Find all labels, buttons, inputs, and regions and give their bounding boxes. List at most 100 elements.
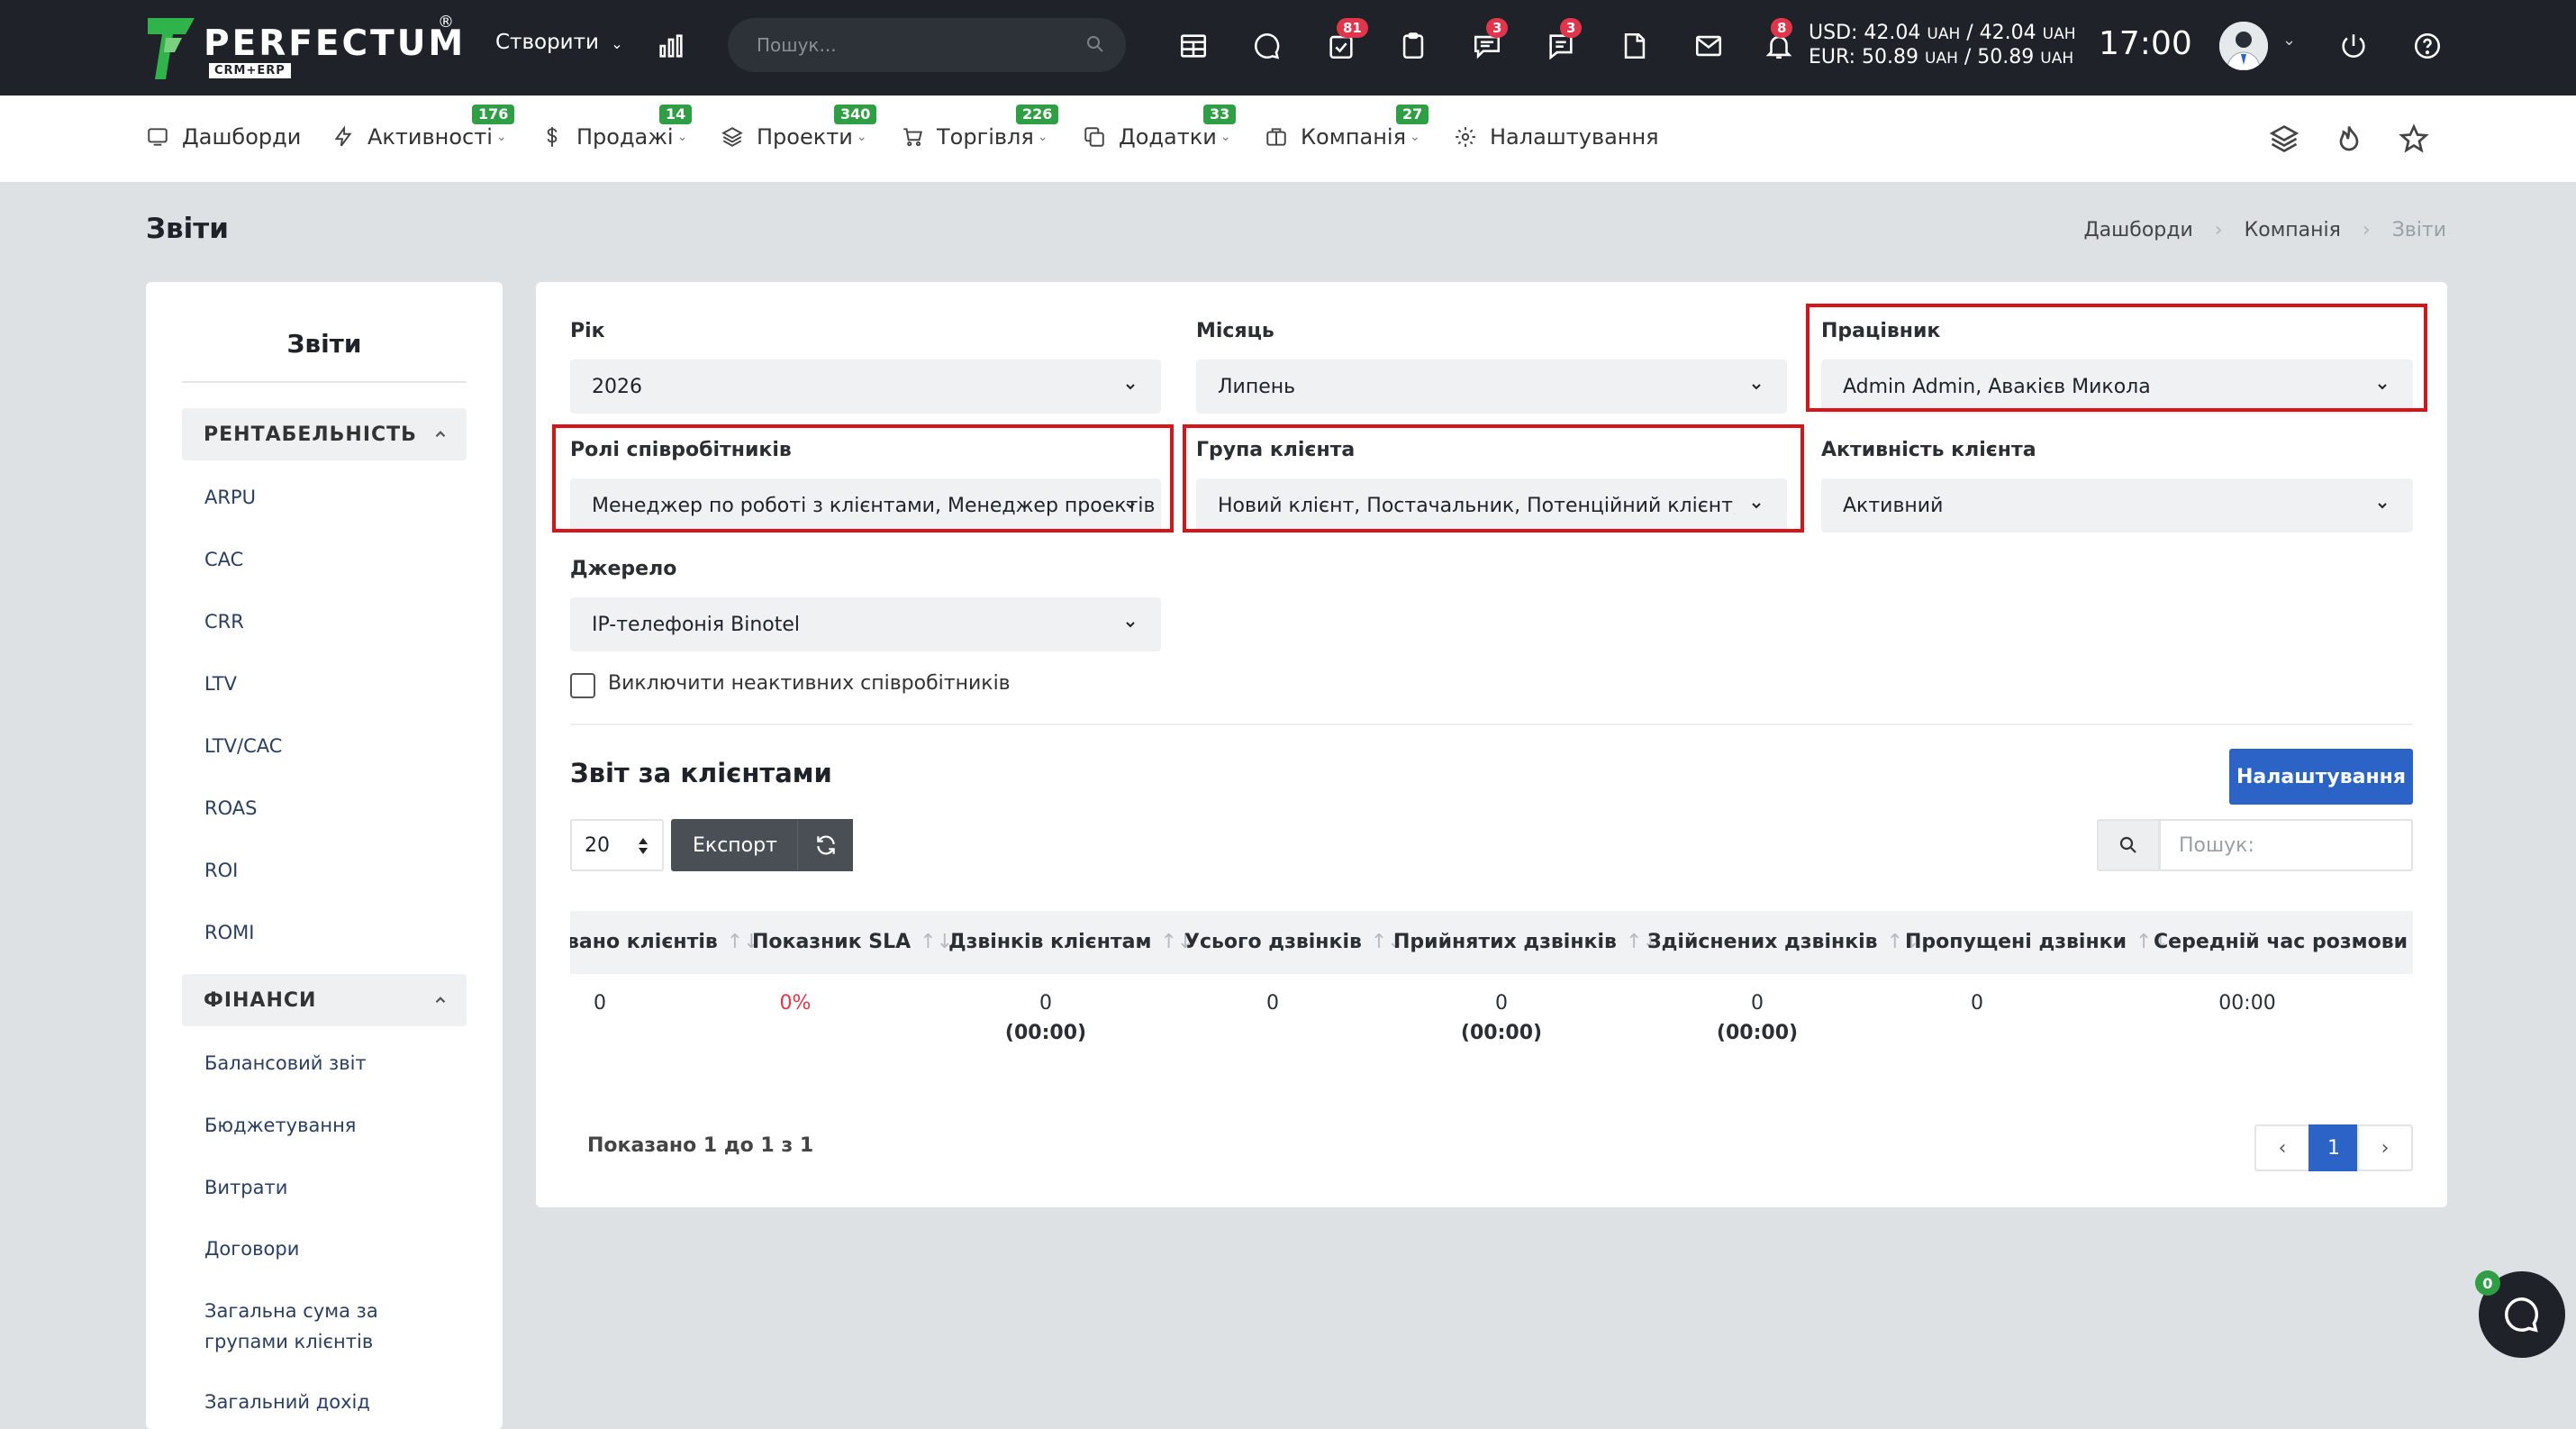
layers-toggle-icon[interactable] bbox=[2268, 123, 2300, 155]
nav-item-addons[interactable]: Додатки ⌄ 33 bbox=[1083, 105, 1237, 150]
report-settings-button[interactable]: Налаштування bbox=[2229, 749, 2413, 805]
highlight-box-roles bbox=[552, 424, 1174, 532]
avatar-chevron-icon[interactable]: ⌄ bbox=[2282, 31, 2296, 50]
sidebar-item-ltv-cac[interactable]: LTV/CAC bbox=[204, 731, 282, 761]
sidebar-item-total-income[interactable]: Загальний дохід bbox=[204, 1387, 370, 1417]
chat-count-badge: 0 bbox=[2475, 1270, 2500, 1296]
exclude-inactive-label[interactable]: Виключити неактивних співробітників bbox=[608, 672, 1011, 695]
eur-rate: EUR: 50.89 UAH / 50.89 UAH bbox=[1809, 46, 2076, 70]
sidebar-item-ltv[interactable]: LTV bbox=[204, 669, 237, 699]
global-search-input[interactable] bbox=[757, 31, 1063, 59]
search-icon[interactable] bbox=[1084, 33, 1106, 55]
star-icon[interactable] bbox=[2398, 123, 2430, 155]
table-search[interactable] bbox=[2159, 819, 2413, 871]
sidebar-item-expenses[interactable]: Витрати bbox=[204, 1172, 287, 1203]
bar-chart-icon[interactable] bbox=[650, 25, 692, 67]
nav-item-sales[interactable]: Продажі ⌄ 14 bbox=[540, 105, 693, 150]
sidebar-item-contracts[interactable]: Договори bbox=[204, 1233, 299, 1264]
year-label: Рік bbox=[570, 320, 605, 342]
currency-rates: USD: 42.04 UAH / 42.04 UAH EUR: 50.89 UA… bbox=[1809, 22, 2076, 70]
fire-icon[interactable] bbox=[2333, 123, 2365, 155]
pagination-page-1[interactable]: 1 bbox=[2308, 1124, 2359, 1171]
sidebar-item-cac[interactable]: CAC bbox=[204, 544, 243, 575]
sidebar-item-total-by-groups[interactable]: Загальна сума за групами клієнтів bbox=[204, 1296, 378, 1357]
nav-item-activities[interactable]: Активності ⌄ 176 bbox=[331, 105, 515, 150]
nav-count: 176 bbox=[472, 105, 515, 124]
nav-item-projects[interactable]: Проекти ⌄ 340 bbox=[721, 105, 877, 150]
sidebar-section-finance[interactable]: ФІНАНСИ bbox=[182, 974, 467, 1026]
tasks-badge: 81 bbox=[1337, 18, 1368, 38]
logo[interactable]: PERFECTUM ® CRM+ERP bbox=[146, 13, 463, 81]
usd-value-2: / 42.04 bbox=[1960, 22, 2036, 44]
breadcrumb-company[interactable]: Компанія bbox=[2245, 219, 2341, 241]
calendar-grid-icon[interactable] bbox=[1173, 25, 1214, 67]
year-select[interactable]: 2026 bbox=[570, 360, 1161, 414]
create-menu-button[interactable]: Створити ⌄ bbox=[495, 31, 623, 54]
nav-item-settings[interactable]: Налаштування bbox=[1454, 124, 1659, 150]
breadcrumb-separator: › bbox=[2214, 219, 2223, 241]
cell-clients: 0 bbox=[594, 992, 606, 1015]
bell-icon[interactable]: 8 bbox=[1758, 18, 1800, 67]
source-select[interactable]: IP-телефонія Binotel bbox=[570, 597, 1161, 651]
comments-icon[interactable]: 3 bbox=[1466, 18, 1509, 67]
nav-label: Активності bbox=[367, 124, 493, 150]
avatar[interactable] bbox=[2219, 22, 2268, 70]
copy-icon bbox=[1084, 127, 1104, 147]
pagination-next[interactable]: › bbox=[2357, 1124, 2413, 1171]
chat-bubble-icon bbox=[2505, 1297, 2539, 1333]
global-search[interactable] bbox=[728, 18, 1126, 72]
column-header-made-calls[interactable]: Здійснених дзвінків ↑↓ bbox=[1647, 931, 1919, 953]
client-activity-select[interactable]: Активний bbox=[1821, 478, 2413, 532]
column-header-total-calls[interactable]: Усього дзвінків ↑↓ bbox=[1184, 931, 1404, 953]
column-header-avg-talk[interactable]: Середній час розмови↑↓ bbox=[2154, 931, 2413, 953]
column-header-accepted-calls[interactable]: Прийнятих дзвінків ↑↓ bbox=[1393, 931, 1659, 953]
column-header-sla[interactable]: Показник SLA ↑↓ bbox=[752, 931, 953, 953]
nav-label: Додатки bbox=[1119, 124, 1217, 150]
mail-icon[interactable] bbox=[1688, 25, 1729, 67]
sidebar-item-balance[interactable]: Балансовий звіт bbox=[204, 1048, 367, 1079]
chevron-down-icon: ⌄ bbox=[1410, 130, 1420, 144]
document-icon[interactable] bbox=[1614, 25, 1655, 67]
chevron-down-icon bbox=[2378, 503, 2387, 509]
nav-item-dashboards[interactable]: Дашборди bbox=[146, 124, 301, 150]
sidebar-item-romi[interactable]: ROMI bbox=[204, 917, 254, 948]
task-check-icon[interactable]: 81 bbox=[1320, 18, 1368, 67]
power-icon[interactable] bbox=[2333, 25, 2374, 67]
column-header-missed-calls[interactable]: Пропущені дзвінки ↑↓ bbox=[1905, 931, 2169, 953]
page-size-select[interactable]: 20 bbox=[570, 819, 664, 871]
sidebar-item-roi[interactable]: ROI bbox=[204, 855, 238, 886]
breadcrumb-dashboards[interactable]: Дашборди bbox=[2083, 219, 2192, 241]
table-search-input[interactable] bbox=[2161, 821, 2411, 869]
message-icon[interactable]: 3 bbox=[1540, 18, 1583, 67]
refresh-button[interactable] bbox=[797, 819, 853, 871]
month-select[interactable]: Липень bbox=[1196, 360, 1787, 414]
nav-item-trade[interactable]: Торгівля ⌄ 226 bbox=[901, 105, 1059, 150]
logo-registered: ® bbox=[438, 13, 454, 32]
usd-value: USD: 42.04 bbox=[1809, 22, 1921, 44]
clipboard-icon[interactable] bbox=[1392, 25, 1434, 67]
sidebar-section-profitability[interactable]: РЕНТАБЕЛЬНІСТЬ bbox=[182, 408, 467, 460]
cell-value: 0 bbox=[1495, 992, 1508, 1015]
briefcase-icon bbox=[1266, 128, 1286, 146]
exclude-inactive-checkbox[interactable] bbox=[570, 673, 595, 698]
sidebar-item-roas[interactable]: ROAS bbox=[204, 793, 257, 824]
eur-unit: UAH bbox=[1925, 50, 1958, 68]
help-icon[interactable] bbox=[2407, 25, 2448, 67]
nav-item-company[interactable]: Компанія ⌄ 27 bbox=[1265, 105, 1429, 150]
chevron-down-icon: ⌄ bbox=[856, 130, 867, 144]
table-search-button[interactable] bbox=[2097, 819, 2160, 871]
lightning-icon bbox=[334, 125, 352, 147]
cell-accepted-calls: 0 (00:00) bbox=[1456, 992, 1547, 1044]
pagination-prev[interactable]: ‹ bbox=[2254, 1124, 2310, 1171]
logo-subtitle: CRM+ERP bbox=[209, 63, 291, 78]
sidebar-item-crr[interactable]: CRR bbox=[204, 606, 244, 637]
report-title: Звіт за клієнтами bbox=[570, 758, 832, 788]
cell-sla: 0% bbox=[779, 992, 812, 1015]
column-header-calls-to-clients[interactable]: Дзвінків клієнтам ↑↓ bbox=[948, 931, 1193, 953]
sidebar-item-budgeting[interactable]: Бюджетування bbox=[204, 1110, 356, 1141]
column-header-clients[interactable]: вано клієнтів ↑↓ bbox=[570, 931, 760, 953]
usd-unit: UAH bbox=[1927, 25, 1961, 43]
sidebar-item-arpu[interactable]: ARPU bbox=[204, 482, 256, 513]
chat-bubble-icon[interactable] bbox=[1247, 25, 1288, 67]
eur-unit-2: UAH bbox=[2040, 50, 2074, 68]
